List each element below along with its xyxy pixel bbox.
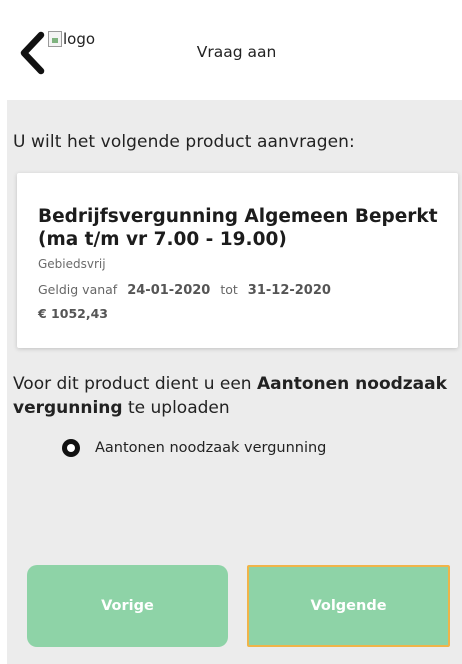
product-name-line2: (ma t/m vr 7.00 - 19.00) <box>38 229 287 250</box>
header-bar: logo Vraag aan <box>7 7 462 100</box>
notice-prefix: Voor dit product dient u een <box>13 374 257 394</box>
product-name: Bedrijfsvergunning Algemeen Beperkt (ma … <box>38 205 448 251</box>
product-card: Bedrijfsvergunning Algemeen Beperkt (ma … <box>17 173 458 348</box>
page-title: Vraag aan <box>196 43 277 61</box>
valid-to-date: 31-12-2020 <box>247 283 331 298</box>
product-area: Gebiedsvrij <box>38 257 106 271</box>
next-button[interactable]: Volgende <box>247 565 450 647</box>
notice-suffix: te uploaden <box>122 398 230 418</box>
product-name-line1: Bedrijfsvergunning Algemeen Beperkt <box>38 206 438 227</box>
intro-text: U wilt het volgende product aanvragen: <box>13 132 355 152</box>
app-screen: logo Vraag aan U wilt het volgende produ… <box>7 7 462 664</box>
valid-to-label: tot <box>220 282 238 297</box>
radio-selected-icon[interactable] <box>62 439 80 457</box>
upload-option-label: Aantonen noodzaak vergunning <box>95 440 327 456</box>
valid-from-date: 24-01-2020 <box>127 283 211 298</box>
product-price: € 1052,43 <box>38 306 108 321</box>
upload-option[interactable]: Aantonen noodzaak vergunning <box>62 439 326 457</box>
valid-from-label: Geldig vanaf <box>38 282 118 297</box>
upload-notice: Voor dit product dient u een Aantonen no… <box>13 372 453 420</box>
validity-period: Geldig vanaf 24-01-2020 tot 31-12-2020 <box>38 282 458 298</box>
previous-button[interactable]: Vorige <box>27 565 228 647</box>
